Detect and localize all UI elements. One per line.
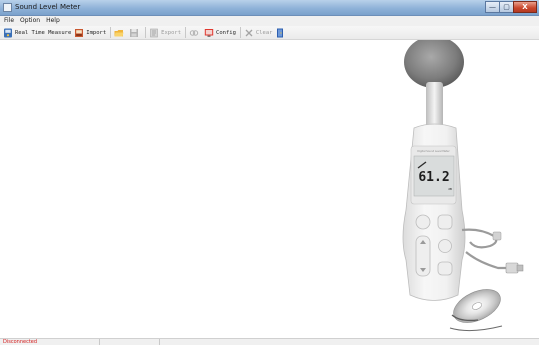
maximize-button[interactable]: ▢ — [499, 1, 514, 13]
menu-bar: File Option Help — [0, 16, 539, 26]
window-controls: — ▢ X — [485, 1, 537, 13]
toolbar-separator — [110, 27, 112, 38]
status-bar: Disconnected — [0, 338, 539, 345]
connection-status: Disconnected — [0, 339, 100, 345]
link-button[interactable] — [189, 27, 201, 39]
hold-button[interactable] — [437, 261, 453, 276]
usb-cable — [461, 228, 498, 249]
max-button[interactable] — [438, 239, 452, 253]
real-time-measure-label: Real Time Measure — [15, 29, 72, 36]
config-button[interactable]: Config — [204, 27, 236, 39]
lcd-unit: dB — [448, 187, 452, 191]
function-button[interactable] — [437, 214, 453, 230]
import-button[interactable]: Import — [74, 27, 106, 39]
real-time-measure-button[interactable]: Real Time Measure — [3, 27, 71, 39]
usb-plug — [505, 262, 519, 274]
status-panel-2 — [100, 339, 160, 345]
lcd-reading: 61.2 — [418, 170, 449, 185]
save-icon — [129, 28, 139, 38]
link-icon — [189, 28, 199, 38]
usb-small-plug — [492, 231, 502, 241]
import-label: Import — [86, 29, 107, 36]
clear-label: Clear — [255, 29, 273, 36]
exit-button[interactable] — [275, 27, 287, 39]
main-client-area: Digital Sound Level Meter 61.2 dB — [0, 36, 539, 338]
toolbar-separator — [145, 27, 147, 38]
sound-level-meter-illustration: Digital Sound Level Meter 61.2 dB — [402, 36, 524, 332]
meter-icon — [3, 28, 13, 38]
app-icon — [3, 3, 12, 12]
config-label: Config — [216, 29, 236, 36]
minimize-button[interactable]: — — [485, 1, 500, 13]
microphone-windscreen — [404, 36, 464, 88]
exit-icon — [275, 28, 285, 38]
power-button[interactable] — [415, 214, 431, 230]
export-label: Export — [161, 29, 182, 36]
title-bar[interactable]: Sound Level Meter — ▢ X — [0, 0, 539, 16]
config-icon — [204, 28, 214, 38]
model-label: Digital Sound Level Meter — [417, 149, 450, 153]
toolbar: Real Time Measure Import Export Config C… — [0, 26, 539, 40]
menu-help[interactable]: Help — [46, 16, 60, 26]
open-folder-icon — [114, 28, 124, 38]
toolbar-separator — [239, 27, 241, 38]
microphone-stem — [426, 82, 443, 128]
import-icon — [74, 28, 84, 38]
toolbar-separator — [185, 27, 187, 38]
clear-button[interactable]: Clear — [244, 27, 273, 39]
menu-option[interactable]: Option — [20, 16, 40, 26]
window-title: Sound Level Meter — [15, 3, 81, 11]
open-button[interactable] — [114, 27, 126, 39]
status-panel-3 — [160, 339, 539, 345]
usb-connector — [516, 264, 524, 272]
usb-cable-lead — [465, 251, 508, 270]
app-window: Sound Level Meter — ▢ X File Option Help… — [0, 0, 539, 345]
export-button[interactable]: Export — [149, 27, 181, 39]
clear-icon — [244, 28, 254, 38]
menu-file[interactable]: File — [4, 16, 14, 26]
save-button[interactable] — [129, 27, 141, 39]
close-button[interactable]: X — [513, 1, 537, 13]
cable-end — [449, 325, 503, 332]
export-icon — [149, 28, 159, 38]
